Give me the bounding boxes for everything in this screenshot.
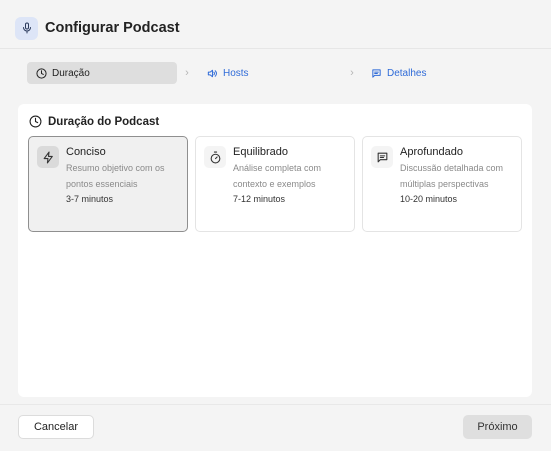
- content-panel: Duração do Podcast Conciso Resumo objeti…: [18, 104, 532, 397]
- footer-divider: [0, 404, 551, 405]
- step-duracao[interactable]: Duração: [27, 62, 177, 84]
- option-body: Aprofundado Discussão detalhada com múlt…: [400, 146, 515, 207]
- dialog-title: Configurar Podcast: [45, 20, 180, 36]
- message-lines-icon: [371, 146, 393, 168]
- step-label: Duração: [52, 67, 90, 79]
- step-label: Hosts: [223, 67, 249, 79]
- timer-icon: [204, 146, 226, 168]
- option-description: Análise completa com contexto e exemplos: [233, 163, 322, 189]
- message-square-icon: [372, 68, 381, 78]
- clock-icon: [36, 67, 47, 79]
- speaker-icon: [207, 69, 217, 77]
- step-detalhes[interactable]: Detalhes: [362, 62, 426, 84]
- option-duration: 7-12 minutos: [233, 194, 286, 204]
- section-title: Duração do Podcast: [29, 115, 159, 128]
- step-hosts[interactable]: Hosts: [197, 62, 342, 84]
- option-card-equilibrado[interactable]: Equilibrado Análise completa com context…: [195, 136, 355, 232]
- option-title: Equilibrado: [233, 146, 289, 158]
- podcast-dialog: Configurar Podcast Duração › Hosts › Det…: [0, 0, 551, 451]
- option-title: Conciso: [66, 146, 106, 158]
- option-body: Equilibrado Análise completa com context…: [233, 146, 348, 207]
- step-label: Detalhes: [387, 67, 427, 79]
- option-card-aprofundado[interactable]: Aprofundado Discussão detalhada com múlt…: [362, 136, 522, 232]
- chevron-right-icon: ›: [350, 67, 354, 79]
- chevron-right-icon: ›: [185, 67, 189, 79]
- clock-icon: [29, 115, 42, 128]
- option-duration: 3-7 minutos: [66, 194, 114, 204]
- cancel-button[interactable]: Cancelar: [18, 415, 94, 439]
- option-description: Resumo objetivo com os pontos essenciais: [66, 163, 165, 189]
- next-button[interactable]: Próximo: [463, 415, 532, 439]
- zap-icon: [37, 146, 59, 168]
- header-divider: [0, 48, 551, 49]
- section-title-text: Duração do Podcast: [48, 115, 160, 128]
- option-duration: 10-20 minutos: [400, 194, 458, 204]
- option-description: Discussão detalhada com múltiplas perspe…: [400, 163, 504, 189]
- option-title: Aprofundado: [400, 146, 463, 158]
- stepper: Duração › Hosts › Detalhes: [27, 62, 532, 84]
- microphone-icon: [15, 16, 38, 40]
- option-card-conciso[interactable]: Conciso Resumo objetivo com os pontos es…: [28, 136, 188, 232]
- dialog-header: Configurar Podcast: [15, 16, 180, 40]
- option-body: Conciso Resumo objetivo com os pontos es…: [66, 146, 181, 207]
